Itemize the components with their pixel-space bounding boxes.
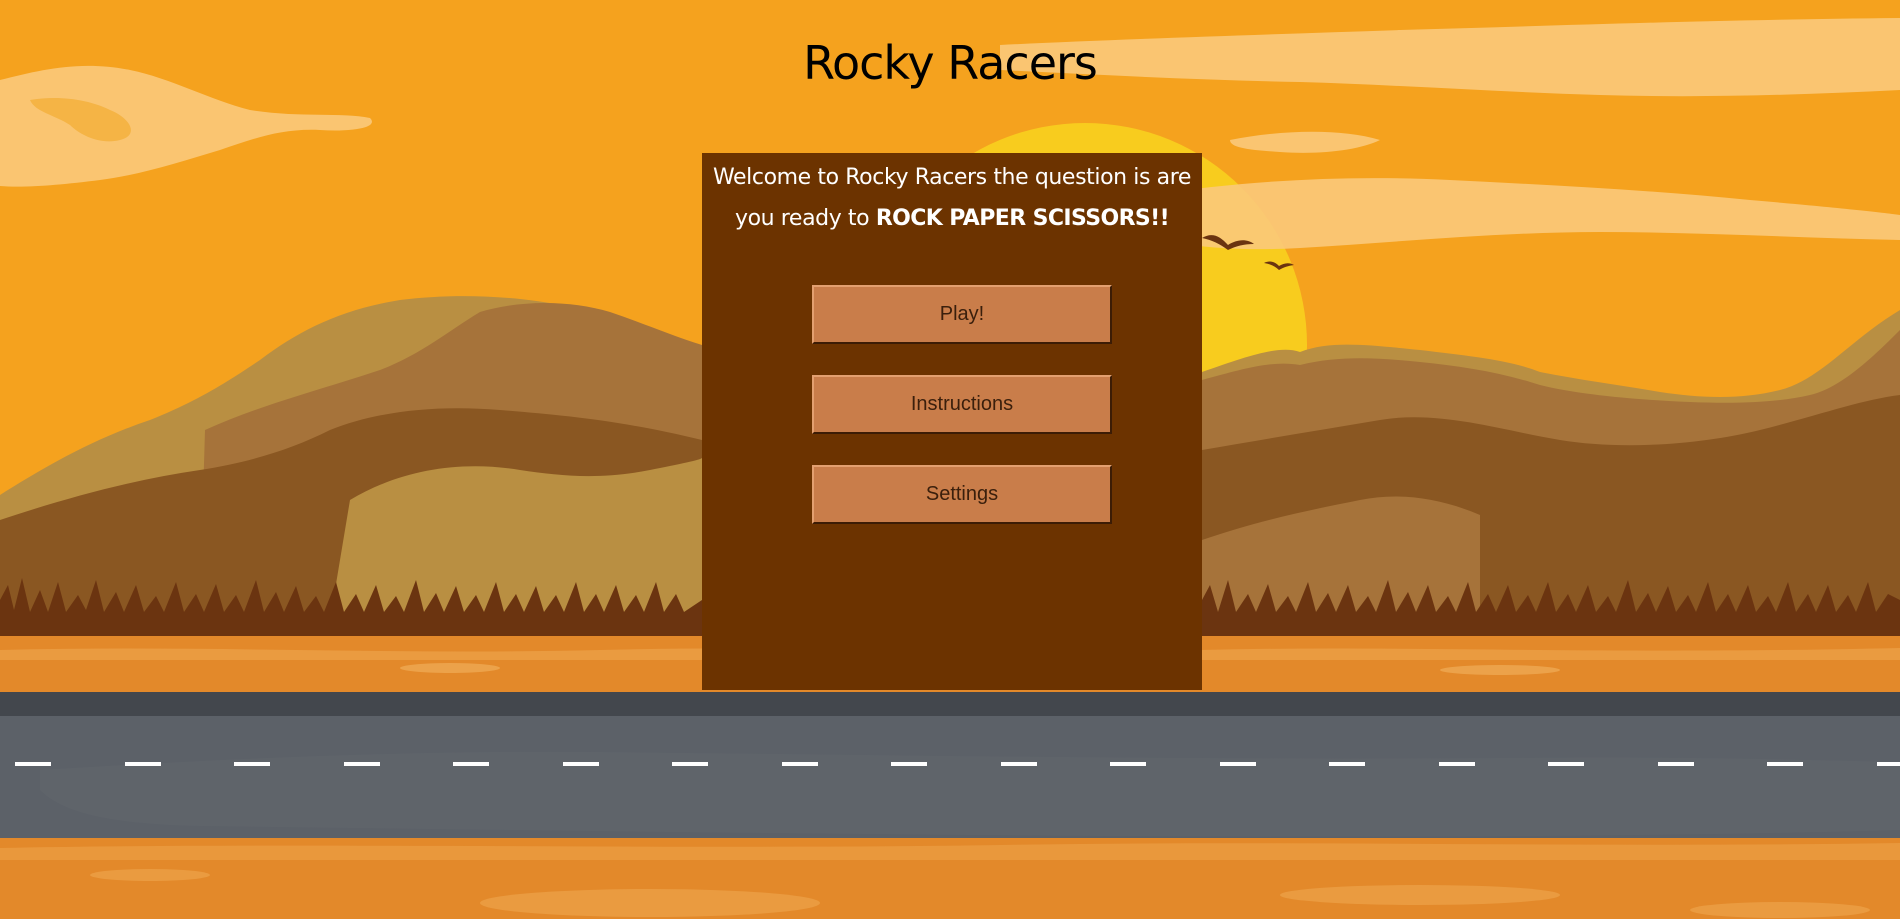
settings-button[interactable]: Settings [812,465,1112,524]
main-menu-panel: Welcome to Rocky Racers the question is … [702,153,1202,690]
game-title: Rocky Racers [803,36,1098,90]
game-screen: Rocky Racers Welcome to Rocky Racers the… [0,0,1900,919]
road-shoulder [0,692,1900,720]
welcome-highlight: ROCK PAPER SCISSORS!! [875,206,1170,231]
instructions-button[interactable]: Instructions [812,375,1112,434]
play-button[interactable]: Play! [812,285,1112,344]
welcome-message: Welcome to Rocky Racers the question is … [702,153,1202,239]
